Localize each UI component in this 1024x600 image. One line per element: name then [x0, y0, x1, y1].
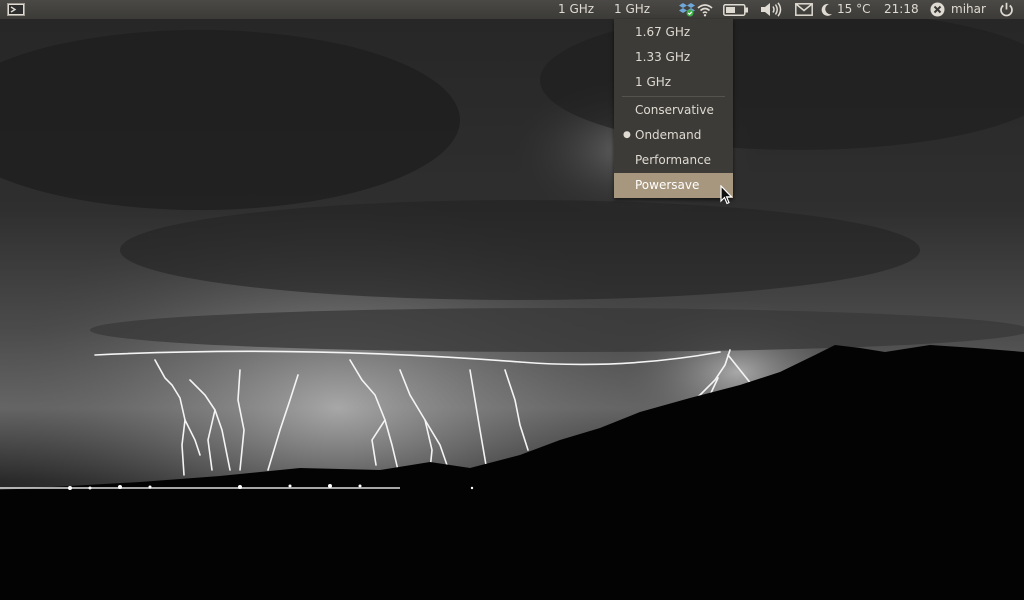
menu-item-ondemand[interactable]: ● Ondemand [614, 123, 733, 148]
menu-item-freq-1-33[interactable]: 1.33 GHz [614, 45, 733, 70]
desktop-wallpaper [0, 0, 1024, 600]
menu-separator [622, 96, 725, 97]
volume-icon [761, 2, 782, 17]
cpu-frequency-indicator-1[interactable]: 1 GHz [558, 0, 594, 19]
dropbox-icon [679, 3, 695, 17]
menu-item-conservative[interactable]: Conservative [614, 98, 733, 123]
cpu-frequency-menu: 1.67 GHz 1.33 GHz 1 GHz Conservative ● O… [614, 19, 733, 198]
menu-item-powersave[interactable]: Powersave [614, 173, 733, 198]
user-name: mihar [951, 2, 986, 16]
top-panel: 1 GHz 1 GHz 15 °C 21:18 mihar [0, 0, 1024, 19]
battery-indicator[interactable] [723, 0, 749, 19]
menu-item-label: 1.33 GHz [635, 50, 691, 64]
menu-item-label: Performance [635, 153, 712, 167]
menu-item-freq-1[interactable]: 1 GHz [614, 70, 733, 95]
battery-icon [723, 3, 748, 16]
sound-indicator[interactable] [760, 0, 782, 19]
user-status-icon [930, 2, 945, 17]
weather-indicator[interactable]: 15 °C [821, 0, 870, 19]
menu-item-label: Ondemand [635, 128, 702, 142]
mouse-pointer-icon [720, 185, 733, 205]
menu-item-label: Powersave [635, 178, 700, 192]
session-menu-button[interactable] [999, 0, 1014, 19]
moon-icon [821, 3, 832, 16]
weather-temperature: 15 °C [837, 2, 871, 16]
cpu-frequency-label-1: 1 GHz [558, 2, 595, 16]
menu-item-freq-1-67[interactable]: 1.67 GHz [614, 20, 733, 45]
menu-item-label: 1 GHz [635, 75, 672, 89]
menu-item-label: Conservative [635, 103, 714, 117]
cpu-frequency-indicator-2[interactable]: 1 GHz [614, 0, 650, 19]
messaging-indicator[interactable] [795, 0, 813, 19]
clock-time: 21:18 [884, 2, 919, 16]
menu-item-label: 1.67 GHz [635, 25, 691, 39]
dropbox-indicator[interactable] [679, 0, 695, 19]
user-menu[interactable]: mihar [930, 0, 986, 19]
power-icon [1000, 2, 1013, 17]
terminal-launcher-button[interactable] [0, 0, 32, 19]
cpu-frequency-label-2: 1 GHz [614, 2, 651, 16]
clock[interactable]: 21:18 [884, 0, 919, 19]
radio-selected-indicator: ● [623, 130, 631, 140]
menu-item-performance[interactable]: Performance [614, 148, 733, 173]
wifi-icon [697, 3, 713, 16]
terminal-icon [7, 3, 25, 16]
network-indicator[interactable] [697, 0, 713, 19]
mail-icon [795, 3, 813, 16]
